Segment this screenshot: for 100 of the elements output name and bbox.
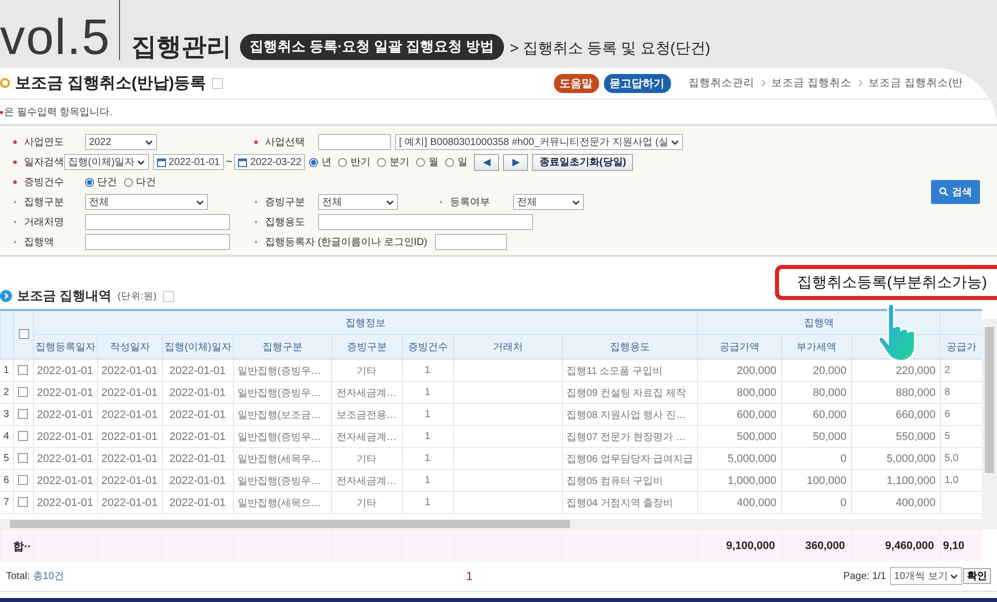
input-field[interactable] <box>85 234 230 250</box>
column-header: 증빙구분 <box>332 334 402 358</box>
radio-button[interactable]: 년 <box>309 155 332 169</box>
field-label: 거래처명 <box>24 216 64 229</box>
table-cell: 880,000 <box>851 382 940 404</box>
checkbox[interactable] <box>18 453 28 464</box>
input-field[interactable] <box>435 234 508 250</box>
caret-icon <box>145 140 153 144</box>
page-title: 보조금 집행취소(반납)등록 <box>15 74 206 94</box>
table-cell: 2022-01-01 <box>33 382 97 404</box>
column-header: 증빙건수 <box>402 334 454 358</box>
table-cell: 2022-01-01 <box>33 448 97 470</box>
qna-button[interactable]: 묻고답하기 <box>604 74 671 92</box>
table-cell: 집행07 전문가 현장평가 … <box>562 426 697 448</box>
section-title: 보조금 집행내역 <box>17 287 112 305</box>
table-cell: 1 <box>402 404 453 426</box>
table-cell: 2022-01-01 <box>97 448 162 470</box>
table-cell: 550,000 <box>851 426 940 448</box>
radio-button[interactable]: 단건 <box>85 175 117 189</box>
reset-date-button[interactable]: 종료일초기화(당일) <box>532 154 634 170</box>
table-cell: 50,000 <box>781 426 851 448</box>
chapter-title: 집행관리 <box>132 32 232 62</box>
checkbox[interactable] <box>18 475 28 486</box>
total-count-link[interactable]: 총10건 <box>32 569 64 583</box>
page-number[interactable]: 1 <box>460 568 479 584</box>
table-cell: 기타 <box>331 448 402 470</box>
table-cell: 집행06 업무담당자 급여지급 <box>562 448 697 470</box>
table-cell: 1 <box>402 382 453 404</box>
radio-button[interactable]: 월 <box>416 155 438 169</box>
checkbox[interactable] <box>18 497 28 508</box>
table-cell: 2022-01-01 <box>162 404 233 426</box>
table-cell: 기타 <box>331 360 402 382</box>
table-cell: 400,000 <box>697 492 781 514</box>
caret-icon <box>572 200 580 204</box>
column-header: 집행용도 <box>562 334 698 358</box>
date-field[interactable]: 2022-03-22 <box>234 154 306 170</box>
confirm-button[interactable]: 확인 <box>963 568 991 584</box>
table-cell: 전자세금계… <box>331 382 402 404</box>
step-button[interactable]: ▶ <box>503 154 528 170</box>
checkbox[interactable] <box>18 329 28 340</box>
radio-button[interactable]: 다건 <box>124 175 156 189</box>
checkbox[interactable] <box>18 365 28 376</box>
dropdown[interactable]: 2022 <box>85 134 157 150</box>
dropdown[interactable]: 전체 <box>513 194 584 210</box>
table-cell: 500,000 <box>697 426 781 448</box>
step-button[interactable]: ◀ <box>474 154 500 170</box>
cancel-register-button[interactable]: 집행취소등록(부분취소가능) <box>775 265 997 300</box>
input-field[interactable] <box>318 134 391 150</box>
checkbox[interactable] <box>18 409 28 420</box>
table-cell: 집행04 거점지역 출장비 <box>562 492 697 514</box>
ring-icon <box>0 78 10 88</box>
table-cell: 집행09 컨설팅 자료집 제작 <box>562 382 697 404</box>
column-header: 거래처 <box>454 334 562 358</box>
page-size-dropdown[interactable]: 10개씩 보기 <box>890 567 962 585</box>
table-cell: 60,000 <box>781 404 851 426</box>
caret-icon <box>136 160 145 164</box>
help-button[interactable]: 도움말 <box>554 74 599 92</box>
total-label: 합·· <box>0 530 34 561</box>
table-cell: 전자세금계… <box>331 470 402 492</box>
breadcrumb-item[interactable]: 보조금 집행취소(반 <box>868 76 963 90</box>
row-number: 1 <box>0 360 13 382</box>
table-cell: 100,000 <box>781 470 851 492</box>
table-cell: 기타 <box>331 492 402 514</box>
breadcrumb-item[interactable]: 집행취소관리 <box>688 76 755 90</box>
dropdown[interactable]: [ 예치] B0080301000358 #h00_커뮤니티전문가 지원사업 (실 <box>395 134 683 150</box>
horizontal-scrollbar[interactable] <box>0 519 982 529</box>
help-icon <box>162 290 174 302</box>
dropdown[interactable]: 전체 <box>85 194 208 210</box>
date-field[interactable]: 2022-01-01 <box>152 154 224 170</box>
checkbox[interactable] <box>18 387 28 398</box>
table-cell: 600,000 <box>697 404 781 426</box>
table-cell: 일반집행(보조금… <box>233 404 331 426</box>
notice-text: 은 필수입력 항목입니다. <box>4 106 112 119</box>
search-button[interactable]: 검색 <box>931 180 980 204</box>
input-field[interactable] <box>85 214 230 230</box>
column-header: 공급가액 <box>698 334 782 358</box>
row-number: 4 <box>0 426 13 448</box>
row-number: 5 <box>0 448 13 470</box>
table-cell: 1 <box>402 492 453 514</box>
radio-button[interactable]: 분기 <box>377 155 410 169</box>
dropdown[interactable]: 집행(이체)일자 <box>64 154 149 170</box>
table-cell: 2022-01-01 <box>97 382 162 404</box>
breadcrumb-item[interactable]: 보조금 집행취소 <box>772 76 852 90</box>
table-cell: 5,000,000 <box>851 448 940 470</box>
total-cell: 360,000 <box>782 530 852 561</box>
table-cell: 2022-01-01 <box>97 470 162 492</box>
table-cell: 200,000 <box>697 360 781 382</box>
dropdown[interactable]: 전체 <box>318 194 398 210</box>
help-icon <box>212 78 224 88</box>
checkbox[interactable] <box>18 431 28 442</box>
field-label: 일자검색 <box>24 156 64 169</box>
field-label: 집행용도 <box>265 216 305 229</box>
row-number: 3 <box>0 404 13 426</box>
radio-button[interactable]: 일 <box>445 155 468 169</box>
table-cell: 2022-01-01 <box>97 404 162 426</box>
table-cell: 집행11 소모품 구입비 <box>562 360 697 382</box>
vertical-scrollbar[interactable] <box>982 319 997 529</box>
radio-button[interactable]: 반기 <box>338 155 370 169</box>
input-field[interactable] <box>318 214 533 230</box>
field-label: 사업연도 <box>24 136 64 149</box>
